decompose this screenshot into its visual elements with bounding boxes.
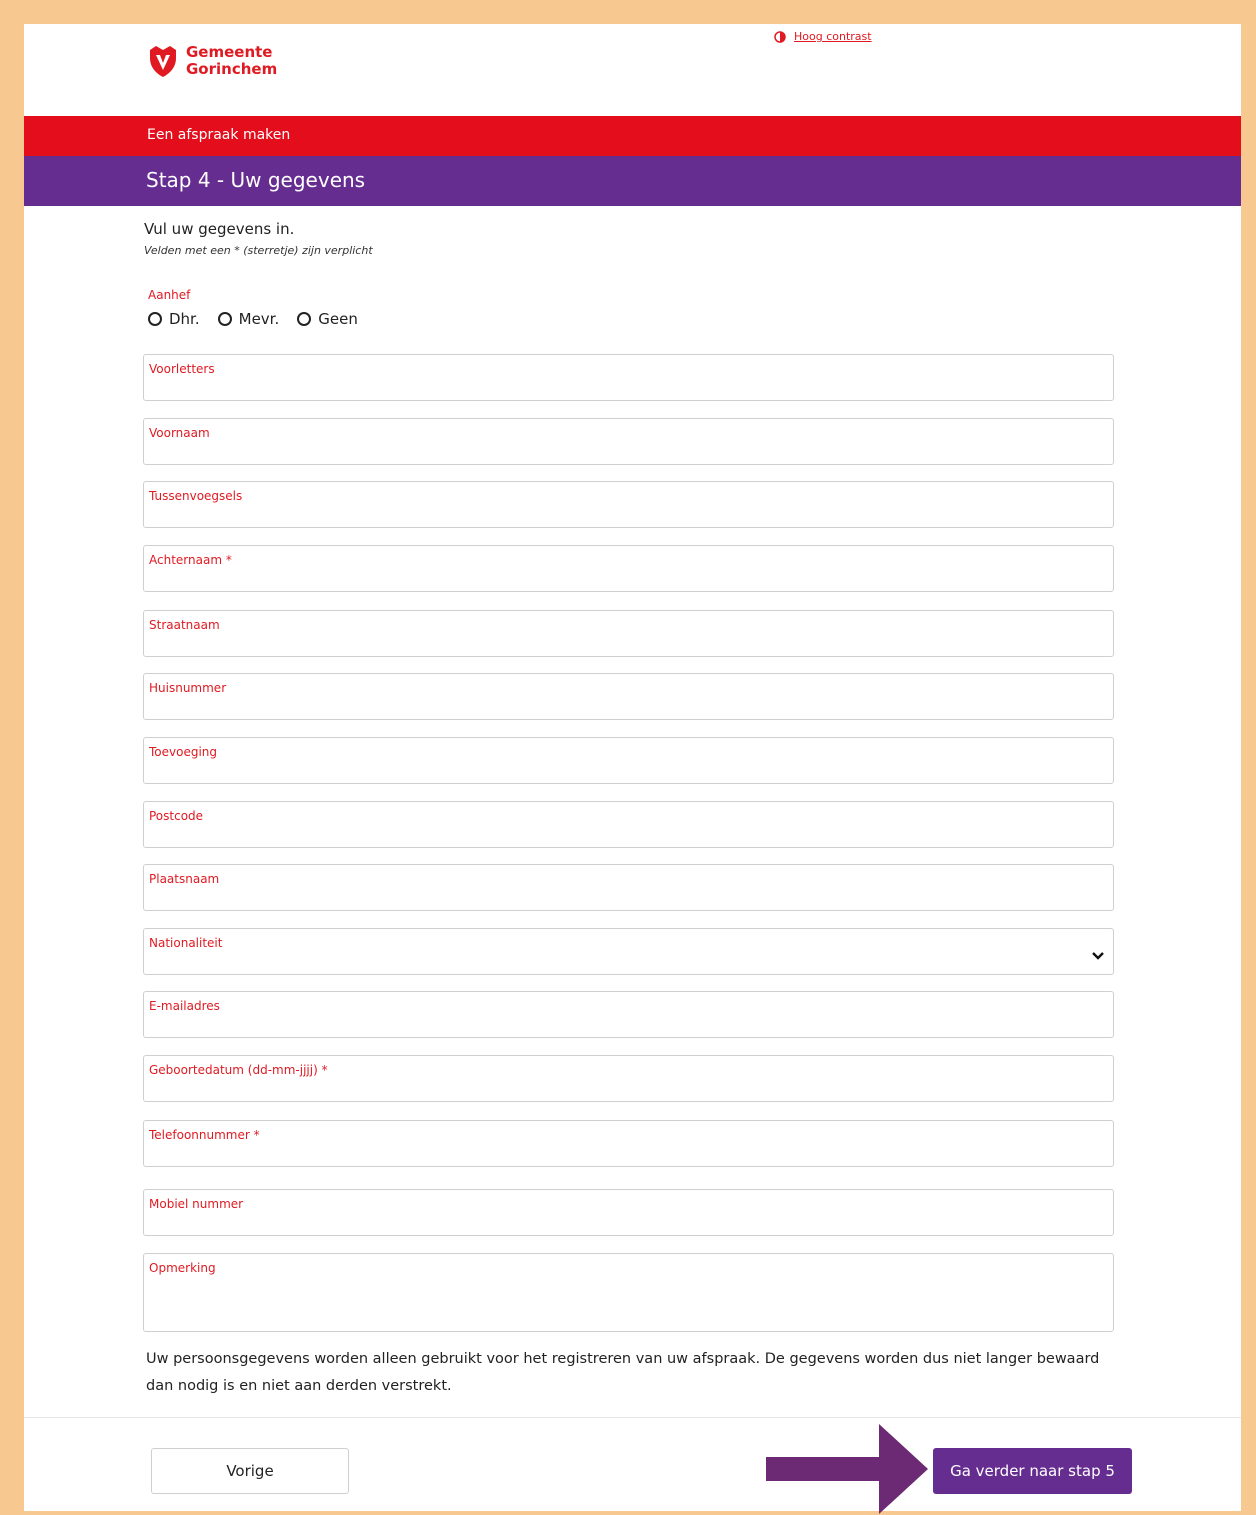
plaatsnaam-field[interactable]: Plaatsnaam (143, 864, 1114, 911)
radio-geen[interactable]: Geen (297, 310, 358, 328)
huisnummer-field[interactable]: Huisnummer (143, 673, 1114, 720)
contrast-icon (774, 30, 786, 43)
mobiel-nummer-field[interactable]: Mobiel nummer (143, 1189, 1114, 1236)
telefoonnummer-field[interactable]: Telefoonnummer * (143, 1120, 1114, 1167)
previous-button[interactable]: Vorige (151, 1448, 349, 1494)
radio-circle-icon[interactable] (297, 312, 312, 326)
field-label: Geboortedatum (dd-mm-jjjj) * (149, 1063, 328, 1077)
aanhef-label: Aanhef (148, 288, 191, 302)
toevoeging-field[interactable]: Toevoeging (143, 737, 1114, 784)
field-label: Voornaam (149, 426, 210, 440)
postcode-field[interactable]: Postcode (143, 801, 1114, 848)
logo-line1: Gemeente (186, 43, 273, 61)
gemeente-shield-icon (150, 46, 176, 77)
next-step-button-label: Ga verder naar stap 5 (950, 1462, 1115, 1480)
radio-circle-icon[interactable] (217, 312, 232, 326)
field-label: Toevoeging (149, 745, 218, 759)
field-label: Plaatsnaam (149, 872, 220, 886)
arrow-right-icon (766, 1424, 928, 1514)
footer-divider (24, 1417, 1241, 1418)
achternaam-field[interactable]: Achternaam * (143, 545, 1114, 592)
radio-circle-icon[interactable] (148, 312, 162, 326)
field-label: Voorletters (149, 362, 215, 376)
previous-button-label: Vorige (226, 1462, 274, 1480)
straatnaam-field[interactable]: Straatnaam (143, 610, 1114, 657)
field-label: Postcode (149, 809, 204, 823)
field-label: Opmerking (149, 1261, 216, 1275)
page-frame: Gemeente Gorinchem Hoog contrast Een afs… (24, 24, 1241, 1514)
logo-line2: Gorinchem (186, 60, 278, 78)
header: Gemeente Gorinchem Hoog contrast (24, 24, 1241, 116)
radio-label-geen: Geen (318, 310, 358, 328)
field-label: Straatnaam (149, 618, 220, 632)
field-label: Achternaam * (149, 553, 232, 567)
aanhef-radio-group: Dhr. Mevr. Geen (148, 310, 376, 328)
radio-label-dhr: Dhr. (169, 310, 200, 328)
privacy-notice: Uw persoonsgegevens worden alleen gebrui… (146, 1351, 1100, 1394)
nationaliteit-select[interactable]: Nationaliteit (143, 928, 1114, 975)
banner: Een afspraak maken (24, 116, 1241, 156)
high-contrast-link[interactable]: Hoog contrast (794, 30, 872, 43)
logo[interactable]: Gemeente Gorinchem (148, 44, 277, 78)
intro-text: Vul uw gegevens in. (144, 220, 295, 238)
banner-title: Een afspraak maken (147, 127, 291, 143)
field-label: Mobiel nummer (149, 1197, 244, 1211)
chevron-down-icon[interactable] (1091, 951, 1105, 961)
opmerking-textarea[interactable]: Opmerking (143, 1253, 1114, 1332)
tussenvoegsels-field[interactable]: Tussenvoegsels (143, 481, 1114, 528)
intro: Vul uw gegevens in. Velden met een * (st… (144, 220, 373, 257)
field-label: Tussenvoegsels (149, 489, 243, 503)
step-title: Stap 4 - Uw gegevens (146, 168, 366, 192)
radio-label-mevr: Mevr. (238, 310, 280, 328)
required-note: Velden met een * (sterretje) zijn verpli… (144, 244, 373, 257)
radio-mevr[interactable]: Mevr. (217, 310, 280, 328)
field-label: Telefoonnummer * (149, 1128, 260, 1142)
field-label: Huisnummer (149, 681, 227, 695)
voornaam-field[interactable]: Voornaam (143, 418, 1114, 465)
step-bar: Stap 4 - Uw gegevens (24, 156, 1241, 206)
next-step-button[interactable]: Ga verder naar stap 5 (933, 1448, 1132, 1494)
field-label: Nationaliteit (149, 936, 223, 950)
field-label: E-mailadres (149, 999, 220, 1013)
logo-text: Gemeente Gorinchem (186, 44, 277, 78)
geboortedatum-field[interactable]: Geboortedatum (dd-mm-jjjj) * (143, 1055, 1114, 1102)
email-field[interactable]: E-mailadres (143, 991, 1114, 1038)
high-contrast-toggle[interactable]: Hoog contrast (774, 30, 872, 43)
voorletters-field[interactable]: Voorletters (143, 354, 1114, 401)
radio-dhr[interactable]: Dhr. (148, 310, 200, 328)
